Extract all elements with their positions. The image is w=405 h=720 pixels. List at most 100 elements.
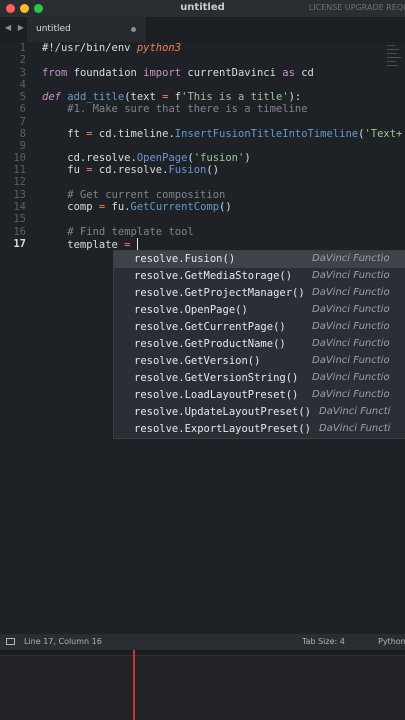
comment: #1. Make sure that there is a timeline [67, 103, 308, 115]
minimap[interactable] [387, 42, 401, 102]
variable: comp [42, 201, 99, 213]
line-number: 11 [13, 164, 26, 176]
keyword-as: as [282, 67, 295, 79]
autocomplete-item[interactable]: resolve.UpdateLayoutPreset() DaVinci Func… [114, 404, 405, 421]
code-line-11: fu = cd.resolve.Fusion() [42, 164, 219, 176]
object-ref: cd.resolve. [92, 164, 169, 176]
line-number: 1 [19, 42, 26, 54]
method-call: GetCurrentComp [130, 201, 220, 213]
module-name: foundation [67, 67, 144, 79]
completion-kind: DaVinci Functio [312, 253, 390, 264]
line-number: 8 [19, 128, 26, 140]
autocomplete-item[interactable]: resolve.ExportLayoutPreset() DaVinci Func… [114, 421, 405, 438]
completion-kind: DaVinci Functio [312, 338, 390, 349]
autocomplete-item[interactable]: resolve.GetMediaStorage() DaVinci Functio [114, 268, 405, 285]
call-parens: () [219, 201, 232, 213]
autocomplete-item-selected[interactable]: resolve.Fusion() DaVinci Functio [114, 251, 405, 268]
completion-name: resolve.GetProductName() [134, 338, 286, 350]
unsaved-dot-icon[interactable] [131, 27, 136, 32]
tab-size-selector[interactable]: Tab Size: 4 [302, 637, 345, 646]
call-parens: () [206, 164, 220, 176]
code-line-14: comp = fu.GetCurrentComp() [42, 201, 232, 213]
import-name: currentDavinci [181, 67, 283, 79]
code-line-5: def add_title(text = f'This is a title')… [42, 91, 301, 103]
line-number: 14 [13, 201, 26, 213]
completion-name: resolve.Fusion() [134, 253, 236, 265]
method-call: OpenPage [136, 152, 188, 164]
keyword-import: import [143, 67, 182, 79]
autocomplete-item[interactable]: resolve.GetCurrentPage() DaVinci Functio [114, 319, 405, 336]
keyword-from: from [42, 67, 68, 79]
function-name: add_title [67, 91, 125, 103]
object-ref: fu. [105, 201, 131, 213]
variable: fu [42, 164, 87, 176]
completion-name: resolve.LoadLayoutPreset() [134, 389, 299, 401]
line-number: 7 [19, 116, 26, 128]
string-literal: 'Text+ [364, 128, 403, 140]
code-line-16: # Find template tool [42, 226, 194, 238]
completion-kind: DaVinci Functio [312, 389, 390, 400]
completion-name: resolve.ExportLayoutPreset() [134, 423, 312, 435]
import-alias: cd [294, 67, 314, 79]
object-ref: cd.timeline. [92, 128, 175, 140]
status-bar: Line 17, Column 16 Tab Size: 4 Python [0, 634, 405, 650]
variable: ft [42, 128, 87, 140]
tab-untitled[interactable]: untitled [27, 17, 146, 42]
text-cursor [136, 238, 138, 250]
method-call: InsertFusionTitleIntoTimeline [174, 128, 359, 140]
completion-kind: DaVinci Functio [312, 372, 390, 383]
code-line-3: from foundation import currentDavinci as… [42, 67, 314, 79]
comment: # Get current composition [67, 189, 226, 201]
completion-name: resolve.GetVersionString() [134, 372, 299, 384]
completion-kind: DaVinci Functi [319, 406, 391, 417]
param: (text [124, 91, 163, 103]
autocomplete-item[interactable]: resolve.LoadLayoutPreset() DaVinci Functi… [114, 387, 405, 404]
close-paren: ): [288, 91, 302, 103]
playhead[interactable] [133, 650, 135, 720]
fstring-prefix: f [168, 91, 182, 103]
title-bar: untitled LICENSE UPGRADE REQU [0, 0, 405, 17]
line-number-active: 17 [13, 238, 26, 250]
cursor-position: Line 17, Column 16 [24, 637, 102, 646]
comment: # Find template tool [67, 226, 194, 238]
completion-kind: DaVinci Functio [312, 304, 390, 315]
keyword-def: def [42, 91, 61, 103]
string-literal: 'This is a title' [181, 91, 289, 103]
syntax-selector[interactable]: Python [378, 637, 405, 646]
completion-name: resolve.OpenPage() [134, 304, 248, 316]
completion-kind: DaVinci Functi [319, 423, 391, 434]
string-literal: 'fusion' [193, 152, 245, 164]
autocomplete-item[interactable]: resolve.OpenPage() DaVinci Functio [114, 302, 405, 319]
code-line-8: ft = cd.timeline.InsertFusionTitleIntoTi… [42, 128, 402, 140]
completion-kind: DaVinci Functio [312, 321, 390, 332]
completion-name: resolve.GetMediaStorage() [134, 270, 293, 282]
shebang-python: python3 [136, 42, 182, 54]
tab-label: untitled [36, 24, 71, 34]
license-upgrade-link[interactable]: LICENSE UPGRADE REQU [309, 3, 405, 12]
code-line-6: #1. Make sure that there is a timeline [42, 103, 308, 115]
line-number: 13 [13, 189, 26, 201]
line-number: 5 [19, 91, 26, 103]
line-number: 6 [19, 103, 26, 115]
timeline-ruler[interactable] [0, 650, 405, 656]
variable: template [42, 239, 125, 251]
code-line-1: #!/usr/bin/env python3 [42, 42, 181, 54]
close-paren: ) [244, 152, 251, 164]
completion-kind: DaVinci Functio [312, 355, 390, 366]
line-number: 12 [13, 176, 26, 188]
autocomplete-item[interactable]: resolve.GetVersionString() DaVinci Functi… [114, 370, 405, 387]
autocomplete-popup[interactable]: resolve.Fusion() DaVinci Functio resolve.… [113, 250, 405, 439]
timeline-strip[interactable] [0, 650, 405, 720]
autocomplete-item[interactable]: resolve.GetProjectManager() DaVinci Funct… [114, 285, 405, 302]
autocomplete-item[interactable]: resolve.GetVersion() DaVinci Functio [114, 353, 405, 370]
line-number: 9 [19, 140, 26, 152]
completion-name: resolve.GetVersion() [134, 355, 261, 367]
object-ref: cd.resolve. [42, 152, 137, 164]
tab-nav-arrows-icon[interactable]: ◀ ▶ [5, 23, 26, 32]
line-number: 4 [19, 79, 26, 91]
completion-kind: DaVinci Functio [312, 270, 390, 281]
autocomplete-item[interactable]: resolve.GetProductName() DaVinci Functio [114, 336, 405, 353]
panel-toggle-icon[interactable] [6, 638, 15, 645]
tab-bar: ◀ ▶ untitled [0, 17, 405, 43]
line-number: 15 [13, 213, 26, 225]
